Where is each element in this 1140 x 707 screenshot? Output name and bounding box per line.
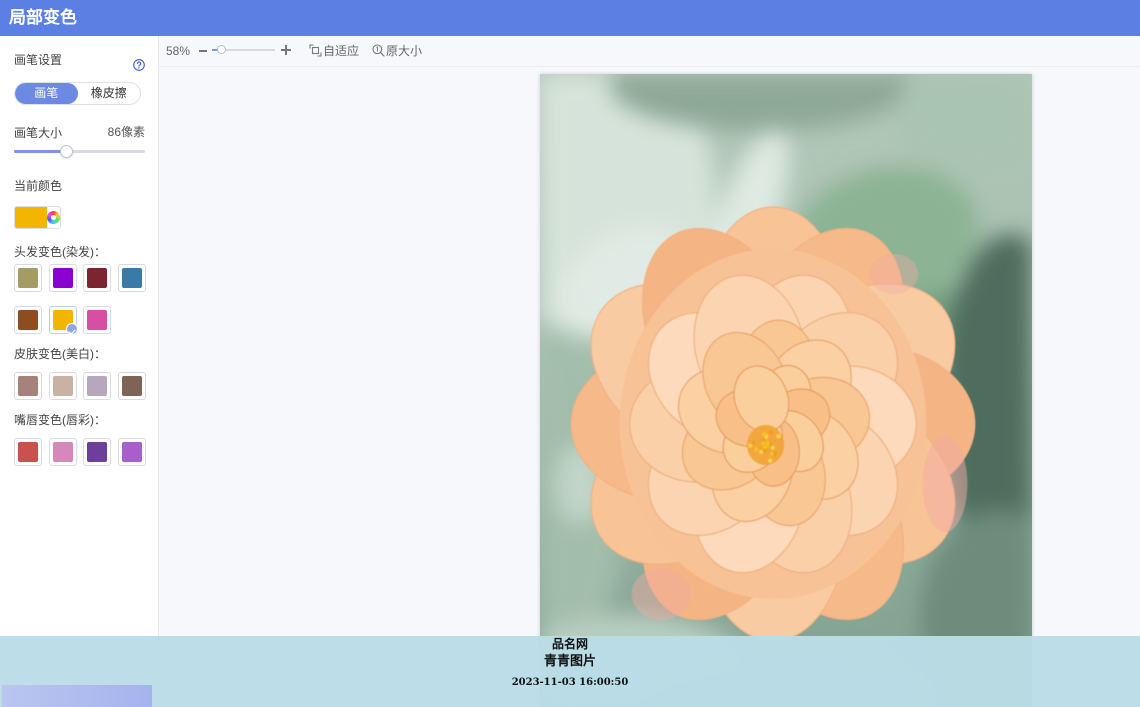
lip-swatch-color <box>87 442 108 462</box>
flower-stamen <box>765 440 770 446</box>
watermark-name: 青青图片 <box>543 654 596 669</box>
brush-size-label: 画笔大小 <box>14 126 63 140</box>
skin-swatch-color <box>18 376 38 396</box>
magnifier-one-mark <box>376 46 378 52</box>
lip-swatch-color <box>52 442 73 462</box>
flower-petals <box>570 206 976 642</box>
fit-screen-button[interactable]: 自适应 <box>309 42 360 60</box>
color-wheel-icon[interactable] <box>47 211 60 224</box>
edit-canvas-image[interactable] <box>540 74 1032 707</box>
brush-settings-label: 画笔设置 <box>14 53 63 67</box>
selected-check-icon <box>65 323 78 335</box>
brush-size-slider[interactable] <box>14 145 145 158</box>
flower-stamen <box>768 430 774 435</box>
plus-icon[interactable] <box>281 45 291 55</box>
hair-swatch-color <box>18 268 38 288</box>
brush-size-slider-fill <box>14 150 67 153</box>
lip-swatch[interactable] <box>83 438 112 466</box>
skin-swatch-color <box>121 376 142 396</box>
hair-swatch[interactable] <box>14 264 42 292</box>
current-color-label: 当前颜色 <box>14 179 63 193</box>
hair-swatch-color <box>121 268 142 288</box>
skin-swatch[interactable] <box>48 372 77 400</box>
original-size-label: 原大小 <box>386 44 423 58</box>
lip-swatch-grid <box>14 438 146 466</box>
mode-brush-button[interactable]: 画笔 <box>15 83 78 104</box>
hair-swatch[interactable] <box>14 306 42 334</box>
watermark-timestamp: 2023-11-03 16:00:50 <box>511 677 629 688</box>
lip-swatch[interactable] <box>117 438 146 466</box>
help-icon-mark <box>136 61 142 67</box>
hair-swatch-color <box>87 268 108 288</box>
magnifier-handle <box>379 51 385 57</box>
flower-stamen <box>773 451 778 457</box>
hair-swatch[interactable] <box>83 306 112 334</box>
mode-eraser-button[interactable]: 橡皮擦 <box>78 83 141 104</box>
hair-swatch-color <box>87 310 108 330</box>
zoom-slider[interactable] <box>212 45 275 54</box>
skin-swatch[interactable] <box>14 372 42 400</box>
flower-petal-tint <box>631 568 692 620</box>
skin-swatch[interactable] <box>117 372 146 400</box>
app-title: 局部变色 <box>9 8 77 27</box>
brush-sidebar: 画笔设置 画笔 橡皮擦 画笔大小 86像素 当前颜色 头发变色(染发)： 皮肤变… <box>0 36 159 707</box>
zoom-percentage: 58% <box>166 44 191 58</box>
hair-swatch[interactable] <box>83 264 112 292</box>
hair-swatch[interactable] <box>48 306 78 335</box>
brush-mode-toggle: 画笔 橡皮擦 <box>14 82 141 105</box>
check-mark-path <box>68 329 76 335</box>
skin-swatch[interactable] <box>83 372 112 400</box>
minus-icon[interactable] <box>199 50 207 52</box>
zoom-original-icon <box>372 44 385 57</box>
fit-icon-frame <box>311 46 320 55</box>
canvas-toolbar: 58% 自适应 原大小 <box>159 36 1140 67</box>
watermark-site: 品名网 <box>551 637 588 651</box>
flower-petal-tint <box>869 254 919 294</box>
fit-screen-label: 自适应 <box>323 44 360 58</box>
flower-stamen <box>762 431 767 437</box>
skin-color-label: 皮肤变色(美白)： <box>14 347 106 361</box>
hair-swatch-color <box>18 310 38 330</box>
flower-stamen <box>763 448 768 453</box>
flower-center <box>746 425 785 465</box>
help-question-icon-graphic <box>133 59 145 71</box>
flower-stamen <box>759 449 764 455</box>
flower-stamen <box>776 433 781 439</box>
lip-swatch[interactable] <box>48 438 77 466</box>
original-size-button[interactable]: 原大小 <box>372 42 423 60</box>
brush-size-value: 86像素 <box>107 125 145 139</box>
hair-swatch-color <box>52 268 73 288</box>
fit-screen-icon <box>309 44 322 57</box>
skin-swatch-grid <box>14 372 146 400</box>
app-header: 局部变色 <box>0 0 1140 36</box>
skin-swatch-color <box>52 376 73 396</box>
hair-swatch[interactable] <box>48 264 77 292</box>
hair-swatch-grid <box>14 264 146 335</box>
hair-swatch[interactable] <box>117 264 146 292</box>
flower-stamen <box>770 445 775 451</box>
help-icon-dot <box>138 67 140 69</box>
skin-swatch-color <box>87 376 108 396</box>
flower-stamen <box>768 458 773 463</box>
flower-stamen <box>748 443 753 448</box>
check-mark-icon <box>68 329 76 335</box>
hair-color-label: 头发变色(染发)： <box>14 245 106 259</box>
help-question-icon[interactable] <box>133 58 145 71</box>
flower-stamen <box>761 441 766 446</box>
flower-petal-tint <box>922 436 968 532</box>
flower-stamen <box>753 447 759 452</box>
flower-graphic <box>570 206 976 642</box>
zoom-slider-thumb[interactable] <box>217 45 227 54</box>
flower-stamen <box>769 451 774 457</box>
lip-swatch-color <box>18 442 38 462</box>
current-color-swatch <box>15 207 47 228</box>
lip-swatch-color <box>121 442 142 462</box>
brush-size-slider-thumb[interactable] <box>60 145 74 158</box>
lip-color-label: 嘴唇变色(唇彩)： <box>14 413 106 427</box>
lip-swatch[interactable] <box>14 438 42 466</box>
current-color-picker[interactable] <box>14 206 61 229</box>
